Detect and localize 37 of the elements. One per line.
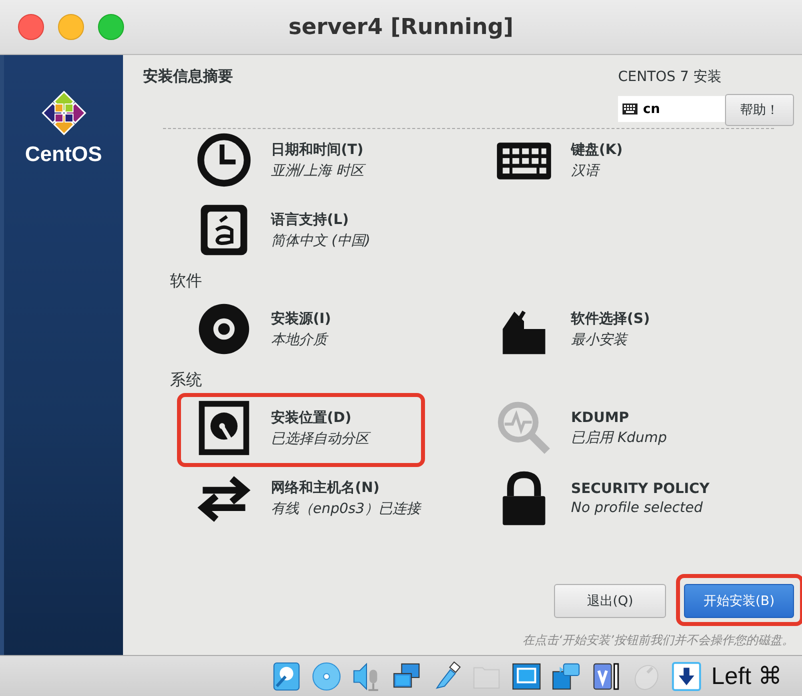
spoke-title[interactable]: KDUMP [571, 410, 667, 426]
spoke-title[interactable]: 安装源(I) [271, 310, 332, 328]
logo-icon [40, 89, 88, 137]
download-icon[interactable] [671, 660, 702, 692]
spoke-status: No profile selected [571, 500, 704, 516]
spoke-status: 有线（enp0s3）已连接 [271, 500, 420, 518]
camera-icon[interactable] [551, 660, 582, 692]
page-title: 安装信息摘要 [143, 67, 233, 87]
spoke-title[interactable]: 软件选择(S) [571, 310, 650, 328]
spoke-title[interactable]: 安装位置(D) [271, 408, 369, 426]
spoke-status: 已启用 Kdump [571, 428, 667, 446]
spoke-status: 简体中文 (中国) [271, 232, 370, 250]
begin-install-button[interactable]: 开始安装(B) [684, 584, 794, 618]
section-heading: 系统 [170, 370, 203, 391]
spoke-title[interactable]: 日期和时间(T) [271, 140, 364, 158]
product-title: CENTOS 7 安装 [618, 68, 722, 86]
spoke-title[interactable]: 键盘(K) [571, 140, 623, 158]
clock-icon[interactable] [195, 131, 253, 189]
spoke-status: 已选择自动分区 [271, 430, 369, 448]
spoke-title[interactable]: 语言支持(L) [271, 210, 370, 228]
display-icon[interactable] [511, 660, 542, 692]
logo-text: CentOS [24, 143, 102, 167]
host-key-label: Left ⌘ [711, 662, 782, 690]
keyboard-icon [622, 103, 638, 115]
spoke-title[interactable]: SECURITY POLICY [571, 480, 710, 496]
spoke-title[interactable]: 网络和主机名(N) [271, 478, 420, 496]
window-title: server4 [Running] [288, 14, 514, 40]
spoke-status: 最小安装 [571, 330, 630, 348]
spoke-status: 亚洲/上海 时区 [271, 162, 364, 180]
quit-button[interactable]: 退出(Q) [554, 584, 666, 618]
disk-note: 在点击‘开始安装’按钮前我们并不会操作您的磁盘。 [522, 632, 794, 649]
keyboard-layout-field[interactable]: cn [618, 96, 726, 122]
spoke-status: 本地介质 [271, 330, 330, 348]
section-heading: 软件 [170, 271, 203, 292]
help-button[interactable]: 帮助！ [725, 94, 794, 126]
spoke-status: 汉语 [571, 162, 602, 180]
close-button[interactable] [18, 14, 44, 40]
